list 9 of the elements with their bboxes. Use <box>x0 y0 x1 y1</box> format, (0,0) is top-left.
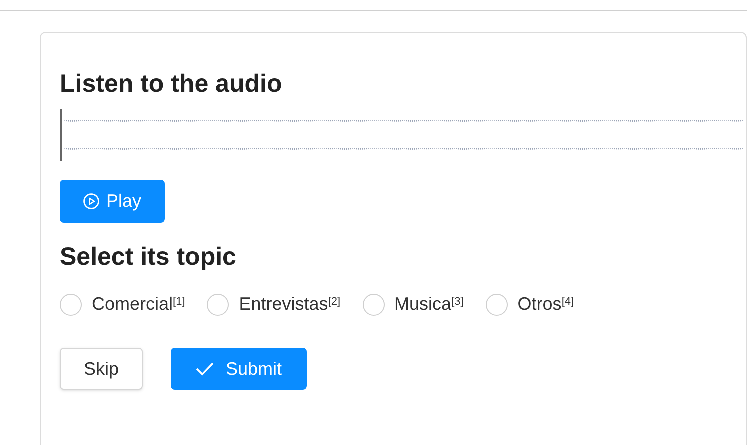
checkmark-icon <box>196 362 214 376</box>
play-circle-icon <box>83 193 100 210</box>
skip-button[interactable]: Skip <box>60 348 143 390</box>
topic-radio[interactable]: Musica$^{[3]}$ <box>362 291 464 318</box>
topic-radio[interactable]: Comercial$^{[1]}$ <box>60 291 186 318</box>
topic-radio[interactable]: Entrevistas$^{[2]}$ <box>207 291 341 318</box>
topic-radio[interactable]: Otros$^{[4]}$ <box>486 291 574 318</box>
section-heading: Select its topic <box>60 242 236 273</box>
section-heading: Listen to the audio <box>60 69 282 100</box>
